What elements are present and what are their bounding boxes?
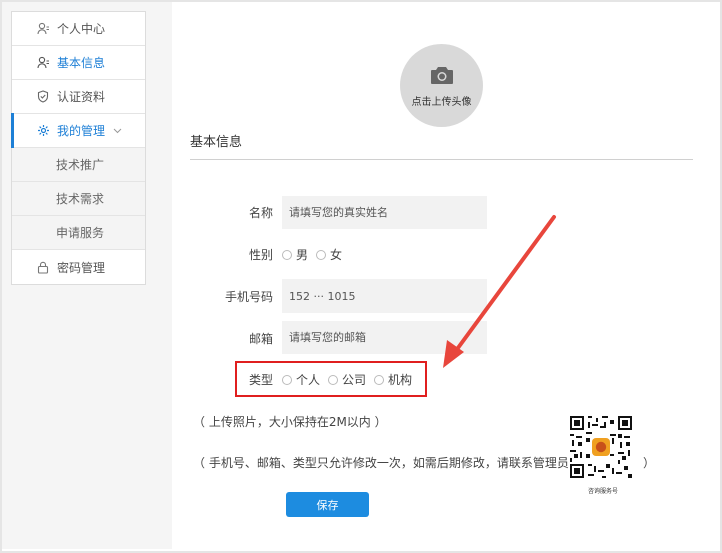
save-button[interactable]: 保存	[286, 492, 369, 517]
contact-note-close: ）	[643, 456, 656, 470]
photo-note: （ 上传照片，大小保持在2M以内 ）	[193, 415, 387, 429]
contact-note: （ 手机号、邮箱、类型只允许修改一次，如需后期修改，请联系管理员：	[193, 456, 581, 470]
qr-code	[570, 416, 632, 478]
qr-caption: 咨询服务号	[587, 488, 618, 495]
